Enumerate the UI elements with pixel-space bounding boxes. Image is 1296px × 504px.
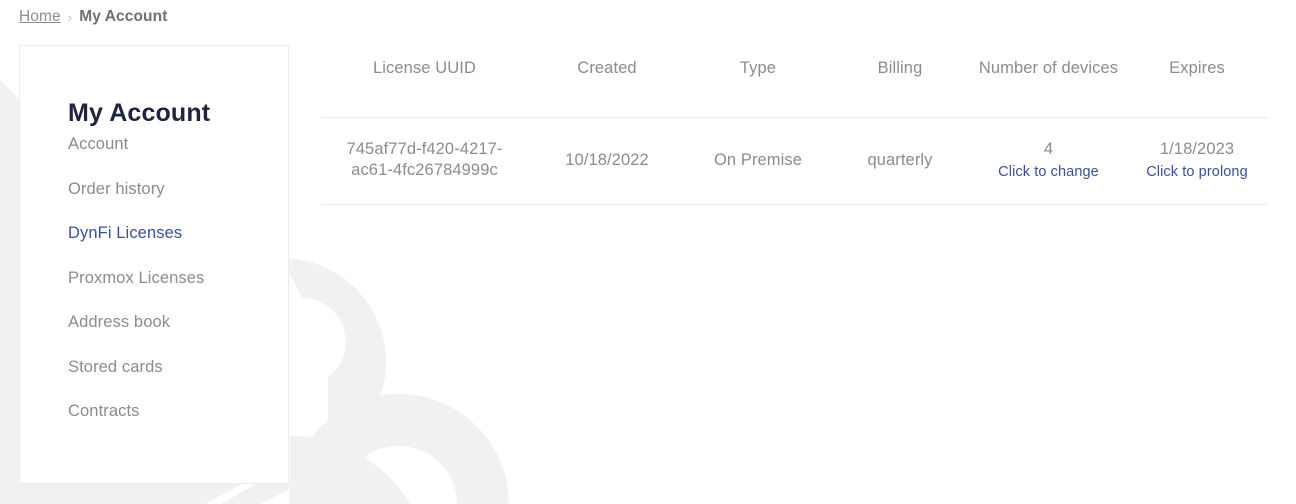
device-count-value: 4 xyxy=(1043,139,1054,158)
column-header-expires: Expires xyxy=(1126,58,1268,118)
cell-number-of-devices: 4 Click to change xyxy=(971,117,1126,205)
sidebar-item-proxmox-licenses[interactable]: Proxmox Licenses xyxy=(68,269,276,287)
sidebar-item-dynfi-licenses[interactable]: DynFi Licenses xyxy=(68,225,276,242)
column-header-created: Created xyxy=(527,58,687,118)
chevron-right-icon: › xyxy=(67,9,73,25)
licenses-table-body: 745af77d-f420-4217-ac61-4fc26784999c 10/… xyxy=(322,117,1268,205)
prolong-license-link[interactable]: Click to prolong xyxy=(1132,163,1262,182)
cell-billing: quarterly xyxy=(829,117,971,205)
sidebar-item-order-history[interactable]: Order history xyxy=(68,180,276,198)
cell-expires: 1/18/2023 Click to prolong xyxy=(1126,117,1268,205)
licenses-table: License UUID Created Type Billing Number… xyxy=(322,58,1268,205)
sidebar-item-stored-cards[interactable]: Stored cards xyxy=(68,358,276,376)
cell-license-uuid: 745af77d-f420-4217-ac61-4fc26784999c xyxy=(322,117,527,205)
account-sidebar-card: My Account Account Order history DynFi L… xyxy=(19,45,289,484)
licenses-table-head: License UUID Created Type Billing Number… xyxy=(322,58,1268,118)
table-header-row: License UUID Created Type Billing Number… xyxy=(322,58,1268,118)
table-row: 745af77d-f420-4217-ac61-4fc26784999c 10/… xyxy=(322,117,1268,205)
column-header-number-of-devices: Number of devices xyxy=(971,58,1126,118)
breadcrumb: Home › My Account xyxy=(19,8,167,26)
change-devices-link[interactable]: Click to change xyxy=(977,163,1120,182)
column-header-type: Type xyxy=(687,58,829,118)
sidebar-item-account[interactable]: Account xyxy=(68,136,276,153)
breadcrumb-current: My Account xyxy=(79,8,168,25)
expires-date-value: 1/18/2023 xyxy=(1159,139,1235,158)
column-header-license-uuid: License UUID xyxy=(322,58,527,118)
column-header-billing: Billing xyxy=(829,58,971,118)
sidebar-item-contracts[interactable]: Contracts xyxy=(68,403,276,420)
sidebar-title: My Account xyxy=(68,98,211,127)
cell-type: On Premise xyxy=(687,117,829,205)
cell-created: 10/18/2022 xyxy=(527,117,687,205)
sidebar-item-address-book[interactable]: Address book xyxy=(68,314,276,331)
sidebar-nav: Account Order history DynFi Licenses Pro… xyxy=(68,136,276,448)
breadcrumb-link-home[interactable]: Home xyxy=(19,8,61,26)
